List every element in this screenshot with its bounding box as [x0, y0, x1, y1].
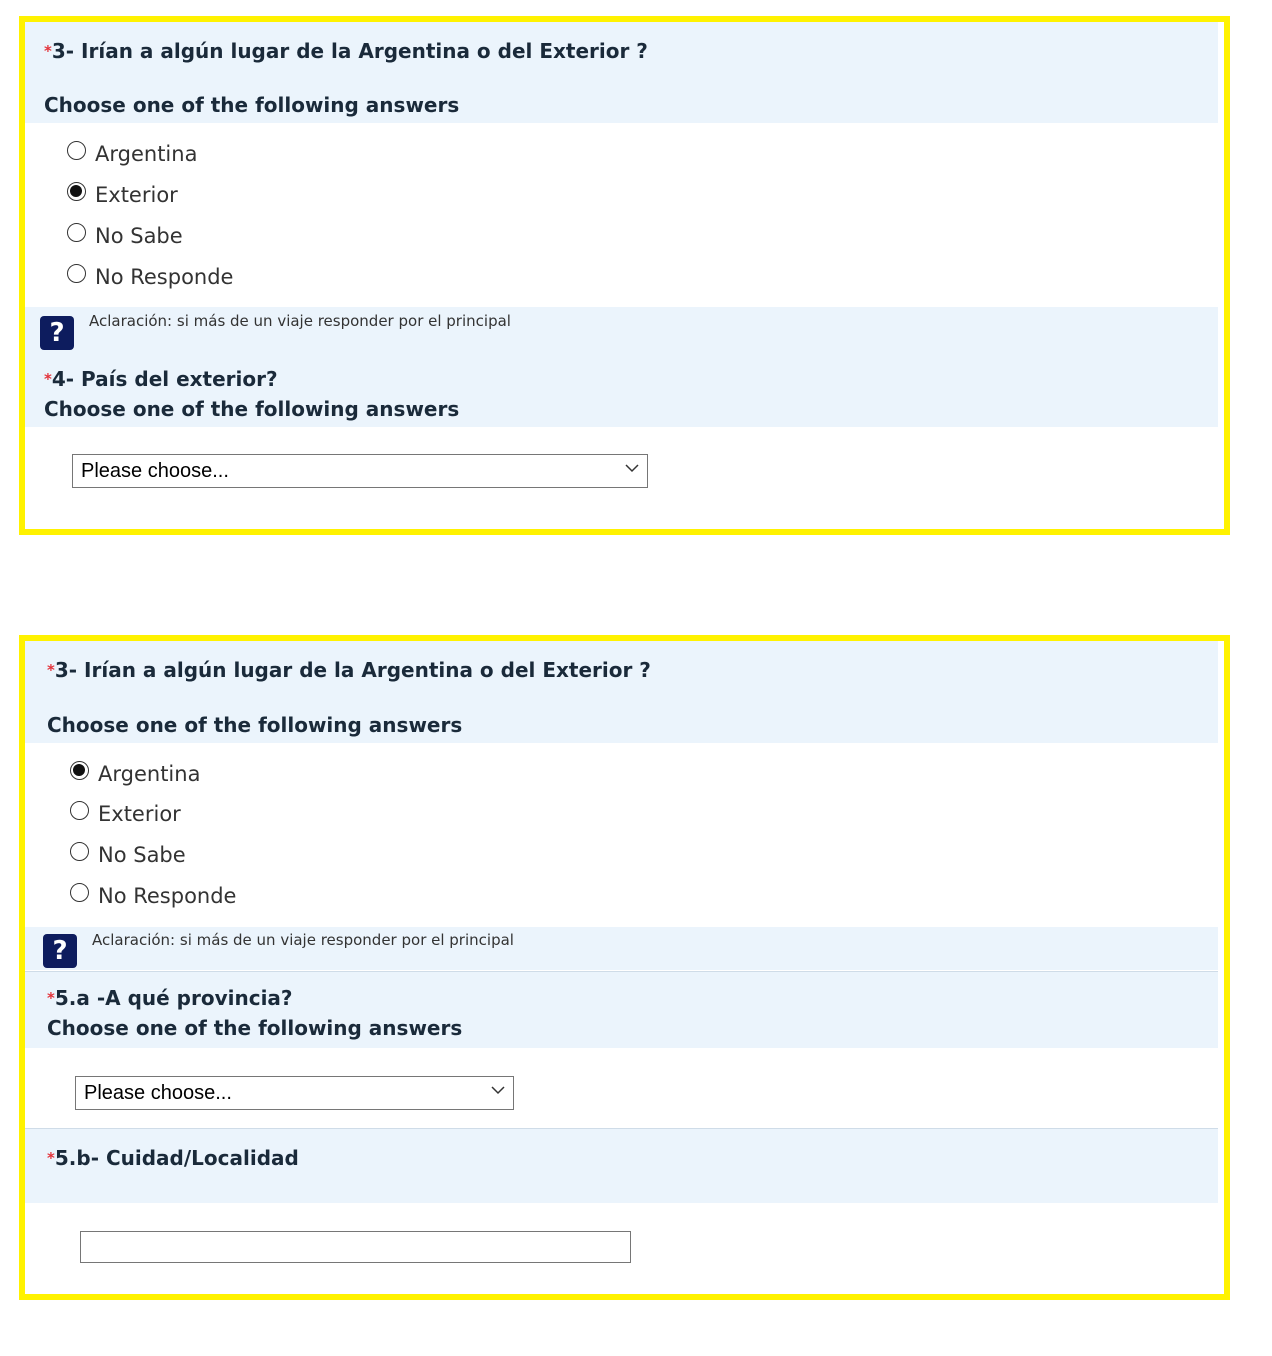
radio-button[interactable]: [70, 800, 89, 820]
select-value: Please choose...: [81, 460, 229, 482]
radio-button[interactable]: [67, 222, 86, 242]
help-icon[interactable]: ?: [43, 934, 77, 968]
question-3-title: *3- Irían a algún lugar de la Argentina …: [44, 39, 648, 63]
required-mark: *: [47, 1149, 55, 1167]
option-label: No Responde: [95, 265, 234, 289]
option-label: No Sabe: [98, 843, 186, 867]
required-mark: *: [47, 989, 55, 1007]
question-4-subtitle: Choose one of the following answers: [44, 397, 460, 421]
chevron-down-icon: [625, 464, 639, 473]
question-group-exterior: *3- Irían a algún lugar de la Argentina …: [19, 16, 1230, 535]
radio-button[interactable]: [70, 882, 89, 902]
question-5b-title: *5.b- Cuidad/Localidad: [47, 1146, 299, 1170]
help-text: Aclaración: si más de un viaje responder…: [92, 931, 514, 949]
required-mark: *: [44, 42, 52, 60]
question-5b-text: 5.b- Cuidad/Localidad: [54, 1146, 299, 1170]
question-3-text: 3- Irían a algún lugar de la Argentina o…: [54, 658, 651, 682]
help-text: Aclaración: si más de un viaje responder…: [89, 312, 511, 330]
question-4-text: 4- País del exterior?: [51, 367, 278, 391]
question-4-title: *4- País del exterior?: [44, 367, 278, 391]
question-3-subtitle: Choose one of the following answers: [44, 93, 460, 117]
radio-button[interactable]: [67, 140, 86, 160]
question-3-subtitle: Choose one of the following answers: [47, 713, 463, 737]
question-group-argentina: *3- Irían a algún lugar de la Argentina …: [19, 635, 1230, 1300]
option-label: Exterior: [95, 183, 178, 207]
chevron-down-icon: [491, 1086, 505, 1095]
required-mark: *: [44, 370, 52, 388]
radio-button-selected[interactable]: [70, 760, 89, 780]
radio-option-no-responde[interactable]: No Responde: [70, 882, 237, 908]
option-label: No Sabe: [95, 224, 183, 248]
question-5a-text: 5.a -A qué provincia?: [54, 986, 293, 1010]
city-text-input[interactable]: [80, 1231, 631, 1263]
select-value: Please choose...: [84, 1082, 232, 1104]
radio-option-exterior[interactable]: Exterior: [70, 800, 181, 826]
province-select[interactable]: Please choose...: [75, 1076, 514, 1110]
question-3-text: 3- Irían a algún lugar de la Argentina o…: [51, 39, 648, 63]
required-mark: *: [47, 661, 55, 679]
country-select[interactable]: Please choose...: [72, 454, 648, 488]
question-5a-title: *5.a -A qué provincia?: [47, 986, 293, 1010]
radio-option-exterior[interactable]: Exterior: [67, 181, 178, 207]
option-label: Argentina: [98, 762, 201, 786]
help-icon[interactable]: ?: [40, 316, 74, 350]
radio-option-no-sabe[interactable]: No Sabe: [67, 222, 183, 248]
question-3-title: *3- Irían a algún lugar de la Argentina …: [47, 658, 651, 682]
radio-button[interactable]: [70, 841, 89, 861]
radio-option-no-sabe[interactable]: No Sabe: [70, 841, 186, 867]
option-label: Exterior: [98, 802, 181, 826]
radio-option-argentina[interactable]: Argentina: [67, 140, 198, 166]
option-label: Argentina: [95, 142, 198, 166]
option-label: No Responde: [98, 884, 237, 908]
radio-button-selected[interactable]: [67, 181, 86, 201]
question-5a-subtitle: Choose one of the following answers: [47, 1016, 463, 1040]
radio-option-argentina[interactable]: Argentina: [70, 760, 201, 786]
radio-button[interactable]: [67, 263, 86, 283]
radio-option-no-responde[interactable]: No Responde: [67, 263, 234, 289]
